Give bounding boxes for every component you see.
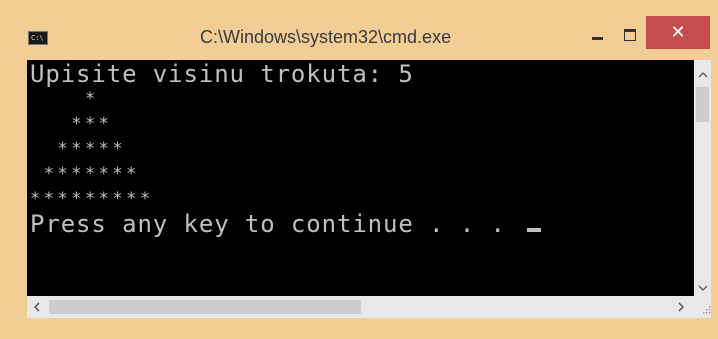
- prompt-line: Upisite visinu trokuta: 5: [30, 60, 414, 88]
- triangle-row: *******: [30, 164, 140, 184]
- vertical-scroll-thumb[interactable]: [696, 87, 709, 122]
- cmd-app-icon[interactable]: C:\: [28, 31, 48, 45]
- maximize-button[interactable]: [614, 18, 646, 52]
- close-icon: ✕: [670, 21, 686, 43]
- close-button[interactable]: ✕: [646, 16, 710, 49]
- triangle-row: ***: [30, 114, 113, 134]
- horizontal-scrollbar[interactable]: [27, 296, 711, 318]
- window-title: C:\Windows\system32\cmd.exe: [200, 27, 452, 47]
- scroll-right-icon[interactable]: [671, 296, 691, 318]
- vertical-scrollbar[interactable]: [694, 60, 711, 296]
- triangle-row: *: [30, 89, 99, 109]
- minimize-icon: [591, 36, 603, 40]
- console-text: Upisite visinu trokuta: 5 * *** ***** **…: [30, 60, 542, 238]
- title-bar[interactable]: C:\ C:\Windows\system32\cmd.exe ✕: [0, 0, 718, 60]
- scroll-down-icon[interactable]: [694, 279, 711, 296]
- text-cursor: [527, 228, 542, 232]
- maximize-icon: [624, 29, 636, 41]
- scroll-left-icon[interactable]: [27, 296, 47, 318]
- cmd-window: C:\ C:\Windows\system32\cmd.exe ✕ Upisit…: [0, 0, 718, 339]
- triangle-row: *****: [30, 139, 127, 159]
- console-output[interactable]: Upisite visinu trokuta: 5 * *** ***** **…: [27, 60, 694, 296]
- press-key-text: Press any key to continue . . .: [30, 210, 522, 238]
- horizontal-scroll-thumb[interactable]: [49, 300, 361, 314]
- resize-grip-icon[interactable]: [694, 298, 711, 316]
- triangle-row: *********: [30, 189, 154, 209]
- app-icon-text: C:\: [31, 34, 44, 42]
- minimize-button[interactable]: [580, 18, 614, 52]
- scroll-up-icon[interactable]: [694, 66, 711, 83]
- press-key-line: Press any key to continue . . .: [30, 210, 542, 238]
